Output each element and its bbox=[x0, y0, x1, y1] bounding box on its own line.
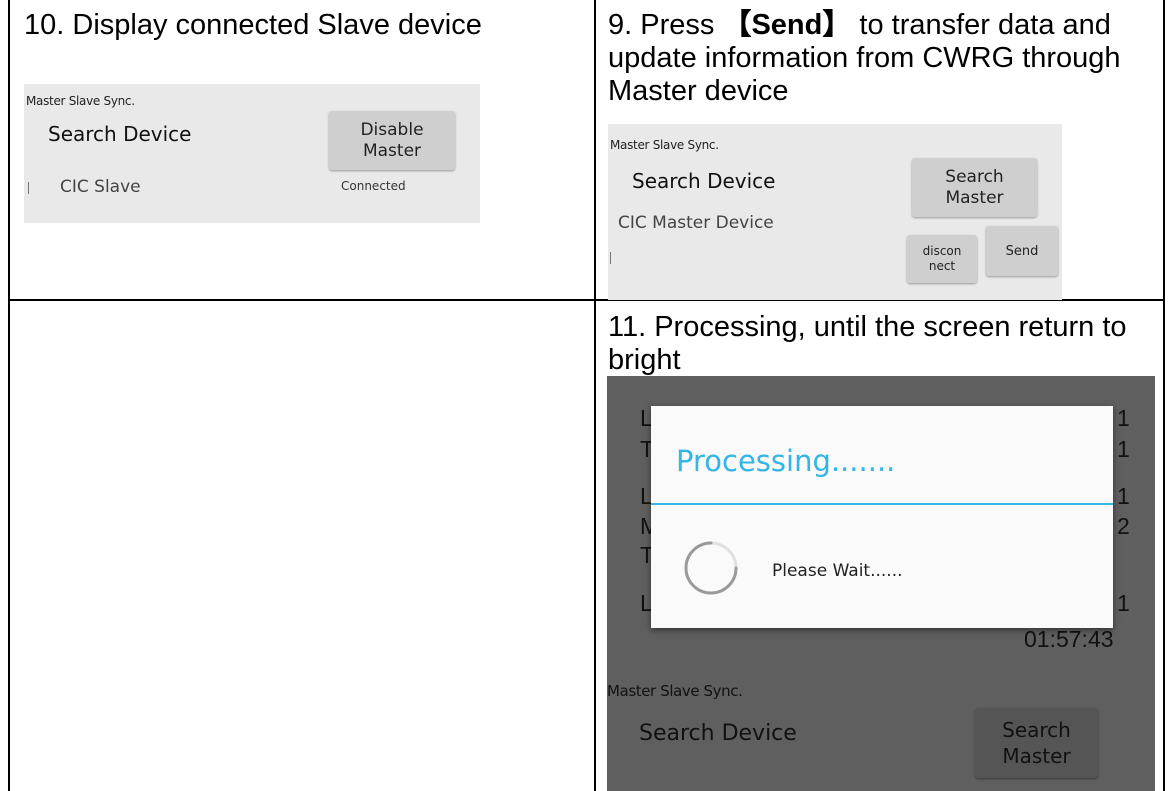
processing-screenshot: L T L M T L 1 1 1 2 1 01:57:43 Master Sl… bbox=[607, 376, 1155, 791]
search-device-label: Search Device bbox=[632, 169, 776, 193]
search-master-button[interactable]: Search Master bbox=[975, 708, 1098, 778]
list-marker bbox=[610, 252, 611, 264]
app-header: Master Slave Sync. bbox=[607, 682, 743, 700]
dialog-title: Processing....... bbox=[676, 444, 896, 478]
search-device-label: Search Device bbox=[48, 122, 192, 146]
bg-digit: 1 bbox=[1117, 483, 1130, 509]
connection-status: Connected bbox=[341, 179, 406, 193]
app-header: Master Slave Sync. bbox=[26, 94, 135, 108]
dialog-message: Please Wait...... bbox=[772, 561, 903, 581]
processing-dialog: Processing....... Please Wait...... bbox=[651, 406, 1113, 628]
bg-digit: 1 bbox=[1117, 405, 1130, 431]
list-marker bbox=[28, 182, 29, 194]
slave-screenshot: Master Slave Sync. Search Device Disable… bbox=[24, 84, 480, 223]
table-border-middle bbox=[594, 0, 596, 791]
bg-digit: 2 bbox=[1117, 513, 1130, 539]
step10-caption: 10. Display connected Slave device bbox=[24, 9, 482, 41]
send-button[interactable]: Send bbox=[986, 226, 1058, 276]
disconnect-button[interactable]: discon nect bbox=[907, 235, 977, 283]
loading-spinner-icon bbox=[684, 541, 738, 595]
dialog-divider bbox=[651, 503, 1113, 505]
step9-caption: 9. Press 【Send】 to transfer data and upd… bbox=[608, 9, 1160, 108]
table-border-right bbox=[1163, 0, 1165, 791]
master-screenshot: Master Slave Sync. Search Device Search … bbox=[608, 124, 1062, 300]
search-device-label: Search Device bbox=[639, 721, 797, 746]
bg-digit: 1 bbox=[1117, 436, 1130, 462]
bg-time: 01:57:43 bbox=[1024, 626, 1114, 652]
bg-digit: 1 bbox=[1117, 590, 1130, 616]
slave-device-name[interactable]: CIC Slave bbox=[60, 177, 141, 197]
disable-master-button[interactable]: Disable Master bbox=[329, 111, 455, 170]
step9-caption-prefix: 9. Press bbox=[608, 9, 723, 41]
table-border-left bbox=[8, 0, 10, 791]
search-master-button[interactable]: Search Master bbox=[912, 158, 1037, 217]
send-button-reference: 【Send】 bbox=[722, 9, 852, 41]
master-device-name[interactable]: CIC Master Device bbox=[618, 213, 774, 233]
step11-caption: 11. Processing, until the screen return … bbox=[608, 311, 1127, 376]
app-header: Master Slave Sync. bbox=[610, 138, 719, 152]
